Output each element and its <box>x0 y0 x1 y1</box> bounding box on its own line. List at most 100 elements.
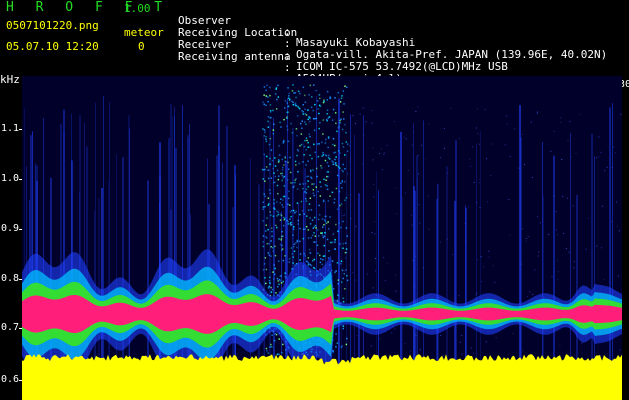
burst-speck <box>265 268 268 271</box>
burst-speck <box>262 241 264 243</box>
noise-speck <box>459 341 461 343</box>
noise-speck <box>478 182 480 184</box>
noise-speck <box>428 123 430 125</box>
burst-speck <box>288 95 290 97</box>
noise-streak <box>612 102 613 400</box>
noise-speck <box>383 153 385 155</box>
noise-speck <box>461 335 463 336</box>
burst-speck <box>334 97 336 99</box>
noise-speck <box>521 133 523 135</box>
burst-speck <box>346 235 348 237</box>
burst-speck <box>310 177 313 180</box>
burst-speck <box>281 204 283 206</box>
burst-speck <box>344 154 346 156</box>
burst-speck <box>313 143 315 146</box>
burst-speck <box>286 102 289 104</box>
burst-speck <box>344 242 347 244</box>
burst-speck <box>312 227 314 229</box>
burst-speck <box>321 218 324 220</box>
noise-speck <box>415 111 417 112</box>
noise-speck <box>529 291 531 293</box>
noise-speck <box>573 267 575 269</box>
burst-speck <box>318 112 320 115</box>
burst-speck <box>304 121 306 123</box>
burst-speck <box>272 132 275 135</box>
noise-speck <box>395 187 397 189</box>
burst-speck <box>342 297 345 299</box>
burst-speck <box>304 94 306 97</box>
noise-speck <box>565 247 567 249</box>
burst-speck <box>336 130 338 133</box>
burst-speck <box>270 255 272 257</box>
burst-speck <box>262 168 265 171</box>
burst-speck <box>305 198 307 200</box>
burst-speck <box>312 260 314 262</box>
burst-speck <box>319 105 322 108</box>
burst-speck <box>262 235 265 237</box>
burst-speck <box>302 161 304 163</box>
burst-speck <box>335 122 337 125</box>
noise-speck <box>557 278 559 280</box>
burst-speck <box>319 97 321 100</box>
burst-speck <box>279 202 282 204</box>
burst-speck <box>274 254 277 257</box>
burst-speck <box>266 243 268 245</box>
burst-speck <box>281 172 283 175</box>
burst-speck <box>268 203 270 205</box>
noise-speck <box>563 232 565 234</box>
noise-speck <box>350 194 352 196</box>
burst-speck <box>262 208 264 210</box>
burst-speck <box>313 232 315 234</box>
burst-speck <box>309 154 311 156</box>
noise-speck <box>538 251 540 253</box>
noise-speck <box>417 154 419 156</box>
burst-speck <box>263 193 265 195</box>
burst-speck <box>305 200 308 202</box>
burst-speck <box>294 160 297 163</box>
noise-speck <box>509 156 511 158</box>
burst-speck <box>346 279 349 282</box>
burst-speck <box>335 346 337 348</box>
burst-speck <box>275 224 277 227</box>
noise-speck <box>522 350 524 352</box>
noise-speck <box>486 158 487 160</box>
noise-speck <box>350 218 352 220</box>
info-label: Receiving antenna <box>178 50 291 63</box>
burst-speck <box>316 143 319 145</box>
burst-speck <box>304 182 307 185</box>
burst-speck <box>328 116 330 118</box>
burst-speck <box>307 229 310 231</box>
noise-speck <box>421 144 423 146</box>
burst-speck <box>346 143 349 145</box>
burst-speck <box>269 276 271 278</box>
burst-speck <box>289 204 291 206</box>
burst-speck <box>273 294 275 297</box>
burst-speck <box>282 259 285 262</box>
burst-speck <box>290 224 292 226</box>
burst-speck <box>316 175 318 178</box>
burst-speck <box>277 213 280 216</box>
burst-speck <box>300 200 303 203</box>
burst-speck <box>286 179 289 181</box>
noise-speck <box>444 128 445 129</box>
burst-speck <box>267 177 270 180</box>
noise-speck <box>551 276 553 278</box>
burst-speck <box>281 230 283 233</box>
burst-speck <box>286 129 289 131</box>
burst-speck <box>309 263 312 266</box>
noise-speck <box>487 201 488 203</box>
burst-speck <box>311 157 313 160</box>
burst-speck <box>306 139 308 142</box>
burst-speck <box>292 234 294 236</box>
burst-speck <box>322 133 324 135</box>
burst-speck <box>332 163 335 166</box>
noise-speck <box>606 166 608 168</box>
burst-speck <box>323 219 326 221</box>
burst-speck <box>302 183 304 185</box>
burst-speck <box>318 127 320 130</box>
burst-speck <box>315 117 318 120</box>
burst-speck <box>281 351 283 354</box>
burst-speck <box>296 246 298 249</box>
burst-speck <box>295 178 297 180</box>
burst-speck <box>341 128 344 131</box>
